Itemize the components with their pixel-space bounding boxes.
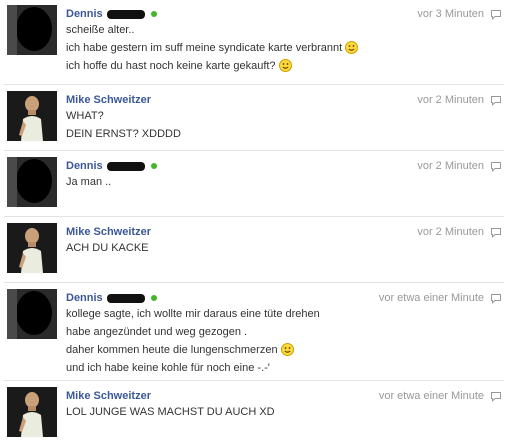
message-line: Ja man ..	[66, 173, 111, 191]
message-body: scheiße alter.. ich habe gestern im suff …	[66, 21, 359, 75]
sender-name[interactable]: Dennis	[66, 7, 157, 21]
message-text: ich habe gestern im suff meine syndicate…	[66, 42, 343, 54]
chat-message: Dennis vor etwa einer Minute kollege sagte…	[0, 287, 510, 374]
reply-icon[interactable]	[490, 293, 502, 304]
avatar[interactable]	[7, 387, 57, 437]
reply-icon[interactable]	[490, 95, 502, 106]
chat-message: Mike Schweitzer vor 2 Minuten WHAT? DEIN ER…	[0, 89, 510, 149]
sender-name-text[interactable]: Mike Schweitzer	[66, 94, 151, 106]
timestamp: vor 2 Minuten	[417, 226, 484, 238]
message-divider	[4, 150, 504, 151]
timestamp: vor etwa einer Minute	[378, 292, 484, 304]
message-text: WHAT?	[66, 110, 104, 122]
avatar[interactable]	[7, 5, 57, 55]
sender-name[interactable]: Dennis	[66, 291, 157, 305]
smiley-icon	[280, 343, 294, 356]
message-line: scheiße alter..	[66, 21, 358, 39]
sender-name[interactable]: Mike Schweitzer	[66, 225, 151, 239]
message-line: daher kommen heute die lungenschmerzen	[66, 341, 320, 359]
message-text: scheiße alter..	[66, 24, 135, 36]
timestamp: vor 2 Minuten	[417, 160, 484, 172]
sender-name-text[interactable]: Mike Schweitzer	[66, 390, 151, 402]
message-body: ACH DU KACKE	[66, 239, 149, 257]
message-text: ACH DU KACKE	[66, 242, 149, 254]
timestamp: vor 3 Minuten	[417, 8, 484, 20]
sender-name[interactable]: Dennis	[66, 159, 157, 173]
chat-message: Dennis vor 3 Minuten scheiße alter.. ich ha…	[0, 3, 510, 72]
sender-name[interactable]: Mike Schweitzer	[66, 93, 151, 107]
message-line: und ich habe keine kohle für noch eine -…	[66, 359, 320, 377]
message-text: und ich habe keine kohle für noch eine -…	[66, 362, 270, 374]
message-divider	[4, 216, 504, 217]
chat-message: Dennis vor 2 Minuten Ja man ..	[0, 155, 510, 215]
chat-thread: Dennis vor 3 Minuten scheiße alter.. ich ha…	[0, 0, 510, 447]
avatar[interactable]	[7, 289, 57, 339]
message-line: habe angezündet und weg gezogen .	[66, 323, 320, 341]
reply-icon[interactable]	[490, 9, 502, 20]
reply-icon[interactable]	[490, 227, 502, 238]
sender-name[interactable]: Mike Schweitzer	[66, 389, 151, 403]
smiley-icon	[345, 41, 359, 54]
censored-name-mark	[106, 9, 145, 19]
message-text: DEIN ERNST? XDDDD	[66, 128, 181, 140]
chat-message: Mike Schweitzer vor 2 Minuten ACH DU KACKE	[0, 221, 510, 281]
message-body: Ja man ..	[66, 173, 111, 191]
sender-name-text[interactable]: Dennis	[66, 160, 103, 172]
avatar[interactable]	[7, 91, 57, 141]
message-text: LOL JUNGE WAS MACHST DU AUCH XD	[66, 406, 275, 418]
avatar[interactable]	[7, 157, 57, 207]
message-divider	[4, 380, 504, 381]
timestamp: vor etwa einer Minute	[378, 390, 484, 402]
censored-name-mark	[106, 161, 145, 171]
avatar[interactable]	[7, 223, 57, 273]
sender-name-text[interactable]: Mike Schweitzer	[66, 226, 151, 238]
reply-icon[interactable]	[490, 391, 502, 402]
message-text: ich hoffe du hast noch keine karte gekau…	[66, 60, 276, 72]
message-line: ich hoffe du hast noch keine karte gekau…	[66, 57, 358, 75]
censored-name-mark	[106, 293, 145, 303]
message-text: kollege sagte, ich wollte mir daraus ein…	[66, 308, 320, 320]
message-text: daher kommen heute die lungenschmerzen	[66, 344, 278, 356]
message-text: Ja man ..	[66, 176, 112, 188]
online-status-icon	[150, 163, 157, 170]
message-line: LOL JUNGE WAS MACHST DU AUCH XD	[66, 403, 275, 421]
sender-name-text[interactable]: Dennis	[66, 8, 103, 20]
message-line: kollege sagte, ich wollte mir daraus ein…	[66, 305, 320, 323]
chat-message: Mike Schweitzer vor etwa einer Minute LOL …	[0, 385, 510, 445]
online-status-icon	[150, 11, 157, 18]
message-body: LOL JUNGE WAS MACHST DU AUCH XD	[66, 403, 275, 421]
sender-name-text[interactable]: Dennis	[66, 292, 103, 304]
reply-icon[interactable]	[490, 161, 502, 172]
message-line: ACH DU KACKE	[66, 239, 149, 257]
message-line: ich habe gestern im suff meine syndicate…	[66, 39, 359, 57]
message-line: DEIN ERNST? XDDDD	[66, 125, 181, 143]
message-body: kollege sagte, ich wollte mir daraus ein…	[66, 305, 320, 377]
timestamp: vor 2 Minuten	[417, 94, 484, 106]
message-text: habe angezündet und weg gezogen .	[66, 326, 248, 338]
online-status-icon	[150, 295, 157, 302]
message-body: WHAT? DEIN ERNST? XDDDD	[66, 107, 181, 143]
smiley-icon	[278, 59, 292, 72]
message-divider	[4, 282, 504, 283]
message-line: WHAT?	[66, 107, 181, 125]
message-divider	[4, 84, 504, 85]
